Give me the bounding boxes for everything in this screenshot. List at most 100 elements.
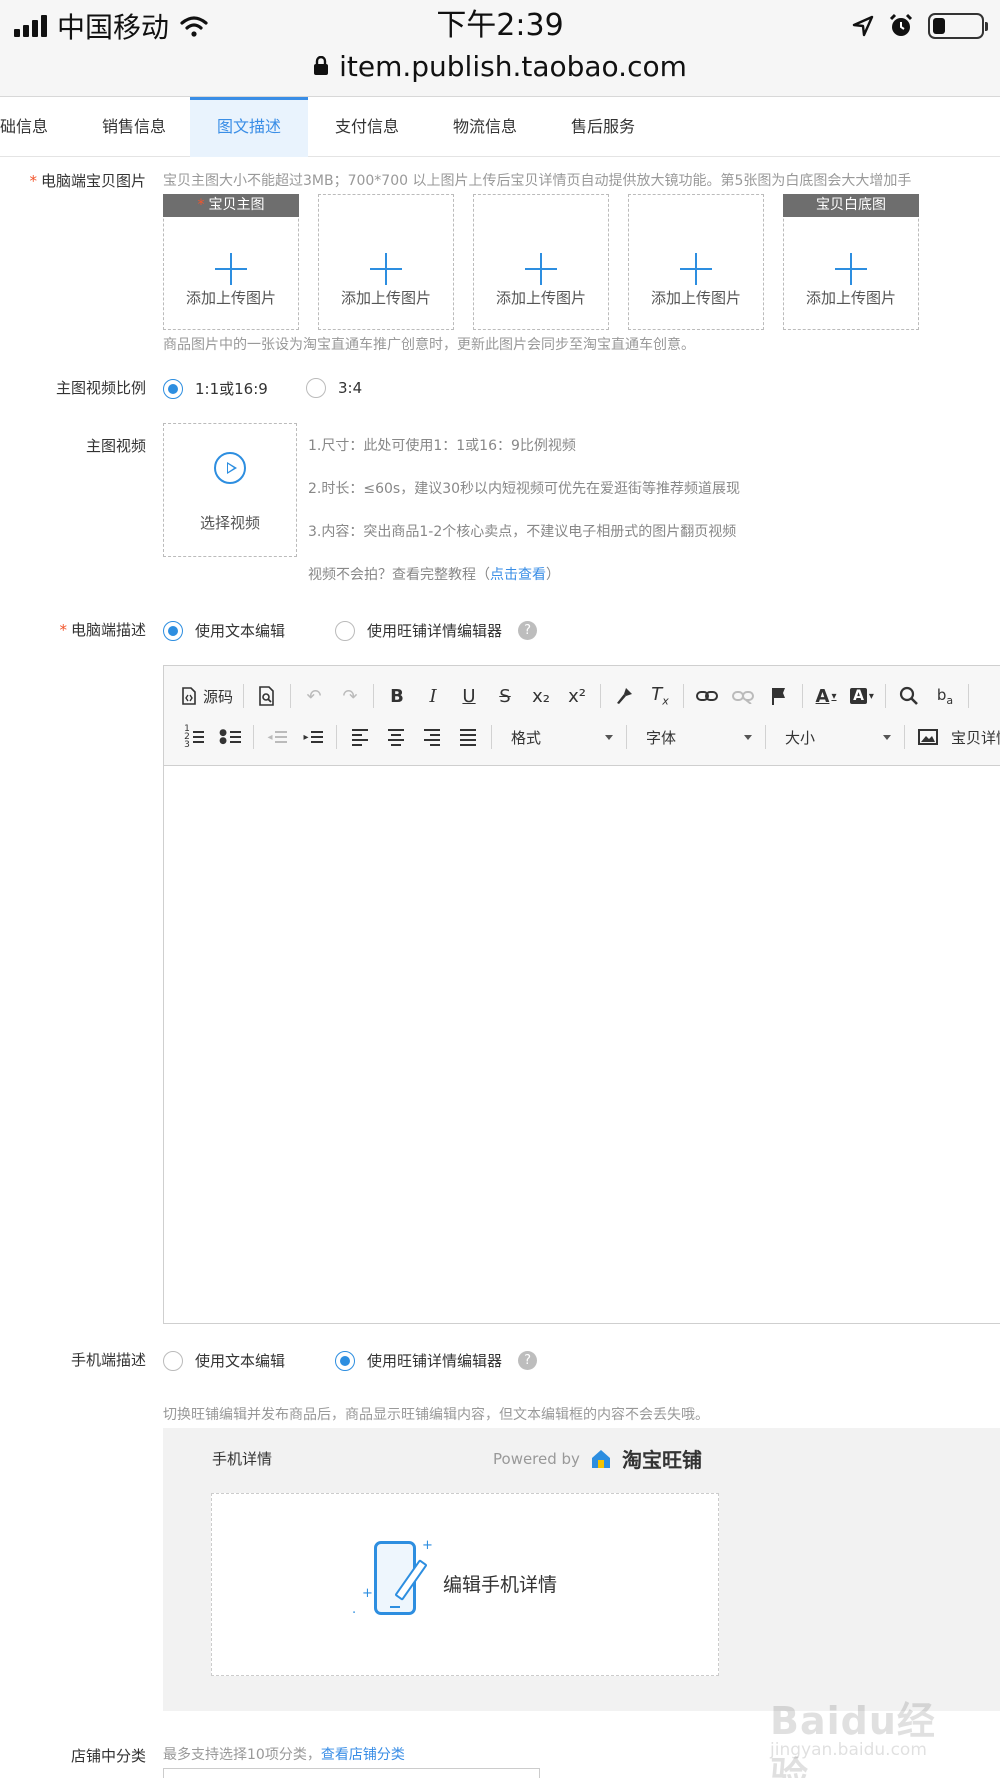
rich-text-editor[interactable]: 源码 ↶ ↷ B I U S x₂ x² Tx A ▾ A ▾ ba 1 2 3… <box>163 665 1000 1324</box>
text-color-icon: A <box>815 685 830 707</box>
upload-white-bg-image[interactable]: 宝贝白底图 添加上传图片 <box>783 194 919 330</box>
tab-payment-info[interactable]: 支付信息 <box>308 97 426 157</box>
bullet-list-icon: ● ● <box>219 729 241 746</box>
anchor-button[interactable] <box>763 681 795 711</box>
radio-circle-checked <box>335 1350 355 1371</box>
preview-button[interactable] <box>251 681 283 711</box>
replace-button[interactable]: ba <box>929 681 961 711</box>
align-left-button[interactable] <box>344 722 376 752</box>
italic-button[interactable]: I <box>417 681 449 711</box>
insert-image-button[interactable] <box>912 722 944 752</box>
toolbar-divider <box>253 725 254 749</box>
chevron-down-icon <box>883 734 891 740</box>
main-image-tag: * 宝贝主图 <box>163 194 299 217</box>
radio-mobile-text-editor[interactable]: 使用文本编辑 <box>163 1350 285 1371</box>
view-store-category-link[interactable]: 查看店铺分类 <box>321 1747 405 1763</box>
tab-graphic-description[interactable]: 图文描述 <box>190 97 308 157</box>
radio-ratio-3-4[interactable]: 3:4 <box>306 378 362 398</box>
watermark-main: Baidu经验 <box>770 1699 936 1778</box>
radio-circle <box>163 1350 183 1371</box>
format-painter-button[interactable] <box>608 681 640 711</box>
tab-sales-info[interactable]: 销售信息 <box>78 97 190 157</box>
toolbar-divider <box>373 684 375 708</box>
upload-image-3[interactable]: 添加上传图片 <box>473 194 609 330</box>
main-image-tag-text: 宝贝主图 <box>208 197 265 213</box>
outdent-button[interactable]: ◂ <box>261 722 293 752</box>
radio-pc-wangpu-editor[interactable]: 使用旺铺详情编辑器? <box>335 620 538 641</box>
source-icon <box>182 687 196 705</box>
url-bar[interactable]: item.publish.taobao.com <box>0 44 1000 88</box>
flag-icon <box>772 688 786 705</box>
radio-ratio-1-1-16-9[interactable]: 1:1或16:9 <box>163 378 268 399</box>
bold-button[interactable]: B <box>381 681 413 711</box>
store-category-selector[interactable] <box>163 1768 540 1778</box>
radio-label: 3:4 <box>338 379 363 397</box>
link-button[interactable] <box>691 681 723 711</box>
text-color-button[interactable]: A ▾ <box>810 681 842 711</box>
align-left-icon <box>352 728 368 746</box>
brush-icon <box>617 688 633 704</box>
select-video-text: 选择视频 <box>199 514 260 532</box>
radio-pc-text-editor[interactable]: 使用文本编辑 <box>163 620 285 641</box>
underline-button[interactable]: U <box>453 681 485 711</box>
editor-content-area[interactable] <box>164 767 1000 1323</box>
upload-text: 添加上传图片 <box>340 289 431 307</box>
ordered-list-button[interactable]: 123 <box>178 722 210 752</box>
section-tabs: 础信息 销售信息 图文描述 支付信息 物流信息 售后服务 <box>0 97 1000 157</box>
powered-by-text: Powered by <box>493 1449 580 1468</box>
plus-icon <box>680 253 712 285</box>
editor-toolbar: 源码 ↶ ↷ B I U S x₂ x² Tx A ▾ A ▾ ba 1 2 3… <box>164 666 1000 766</box>
format-select[interactable]: 格式 <box>499 722 619 752</box>
radio-mobile-wangpu-editor[interactable]: 使用旺铺详情编辑器? <box>335 1350 538 1371</box>
upload-main-image[interactable]: * 宝贝主图 添加上传图片 <box>163 194 299 330</box>
edit-mobile-detail-text: 编辑手机详情 <box>443 1574 558 1596</box>
plus-icon <box>525 253 557 285</box>
toolbar-divider <box>885 684 887 708</box>
pc-desc-label-text: 电脑端描述 <box>70 621 146 639</box>
video-ratio-label: 主图视频比例 <box>55 379 146 397</box>
required-mark: * <box>197 197 205 213</box>
toolbar-divider <box>683 684 685 708</box>
tutorial-link[interactable]: 点击查看 <box>490 567 546 583</box>
subscript-button[interactable]: x₂ <box>525 681 557 711</box>
align-right-button[interactable] <box>416 722 448 752</box>
find-button[interactable] <box>893 681 925 711</box>
strikethrough-button[interactable]: S <box>489 681 521 711</box>
clear-format-button[interactable]: Tx <box>644 681 676 711</box>
unlink-button[interactable] <box>727 681 759 711</box>
watermark-sub: jingyan.baidu.com <box>770 1740 927 1760</box>
replace-icon: ba <box>936 685 954 707</box>
undo-button[interactable]: ↶ <box>298 681 330 711</box>
video-note-duration: 2.时长：≤60s，建议30秒以内短视频可优先在爱逛街等推荐频道展现 <box>308 481 741 497</box>
indent-button[interactable]: ▸ <box>297 722 329 752</box>
upload-image-2[interactable]: 添加上传图片 <box>318 194 454 330</box>
size-select-value: 大小 <box>785 728 816 747</box>
source-code-button[interactable]: 源码 <box>178 681 236 711</box>
toolbar-divider <box>290 684 292 708</box>
select-video-button[interactable]: 选择视频 <box>163 423 297 557</box>
font-select[interactable]: 字体 <box>634 722 758 752</box>
product-detail-button[interactable]: 宝贝详情 <box>948 722 1000 752</box>
tab-after-sales[interactable]: 售后服务 <box>544 97 662 157</box>
help-icon[interactable]: ? <box>518 621 538 640</box>
superscript-button[interactable]: x² <box>561 681 593 711</box>
store-category-label: 店铺中分类 <box>70 1747 146 1765</box>
toolbar-divider <box>600 684 602 708</box>
redo-button[interactable]: ↷ <box>334 681 366 711</box>
edit-mobile-detail-button[interactable]: + · + 编辑手机详情 <box>211 1493 719 1676</box>
align-justify-button[interactable] <box>452 722 484 752</box>
radio-label: 使用文本编辑 <box>195 1352 286 1370</box>
bullet-list-button[interactable]: ● ● <box>214 722 246 752</box>
preview-icon <box>259 686 274 706</box>
align-center-button[interactable] <box>380 722 412 752</box>
tab-basic-info[interactable]: 础信息 <box>0 97 62 157</box>
search-icon <box>899 686 918 705</box>
image-icon <box>918 729 938 745</box>
background-color-icon: A <box>850 688 867 704</box>
help-icon[interactable]: ? <box>518 1351 538 1370</box>
radio-label: 使用旺铺详情编辑器 <box>367 1352 503 1370</box>
size-select[interactable]: 大小 <box>773 722 897 752</box>
tab-logistics-info[interactable]: 物流信息 <box>426 97 544 157</box>
upload-image-4[interactable]: 添加上传图片 <box>628 194 764 330</box>
background-color-button[interactable]: A ▾ <box>846 681 878 711</box>
